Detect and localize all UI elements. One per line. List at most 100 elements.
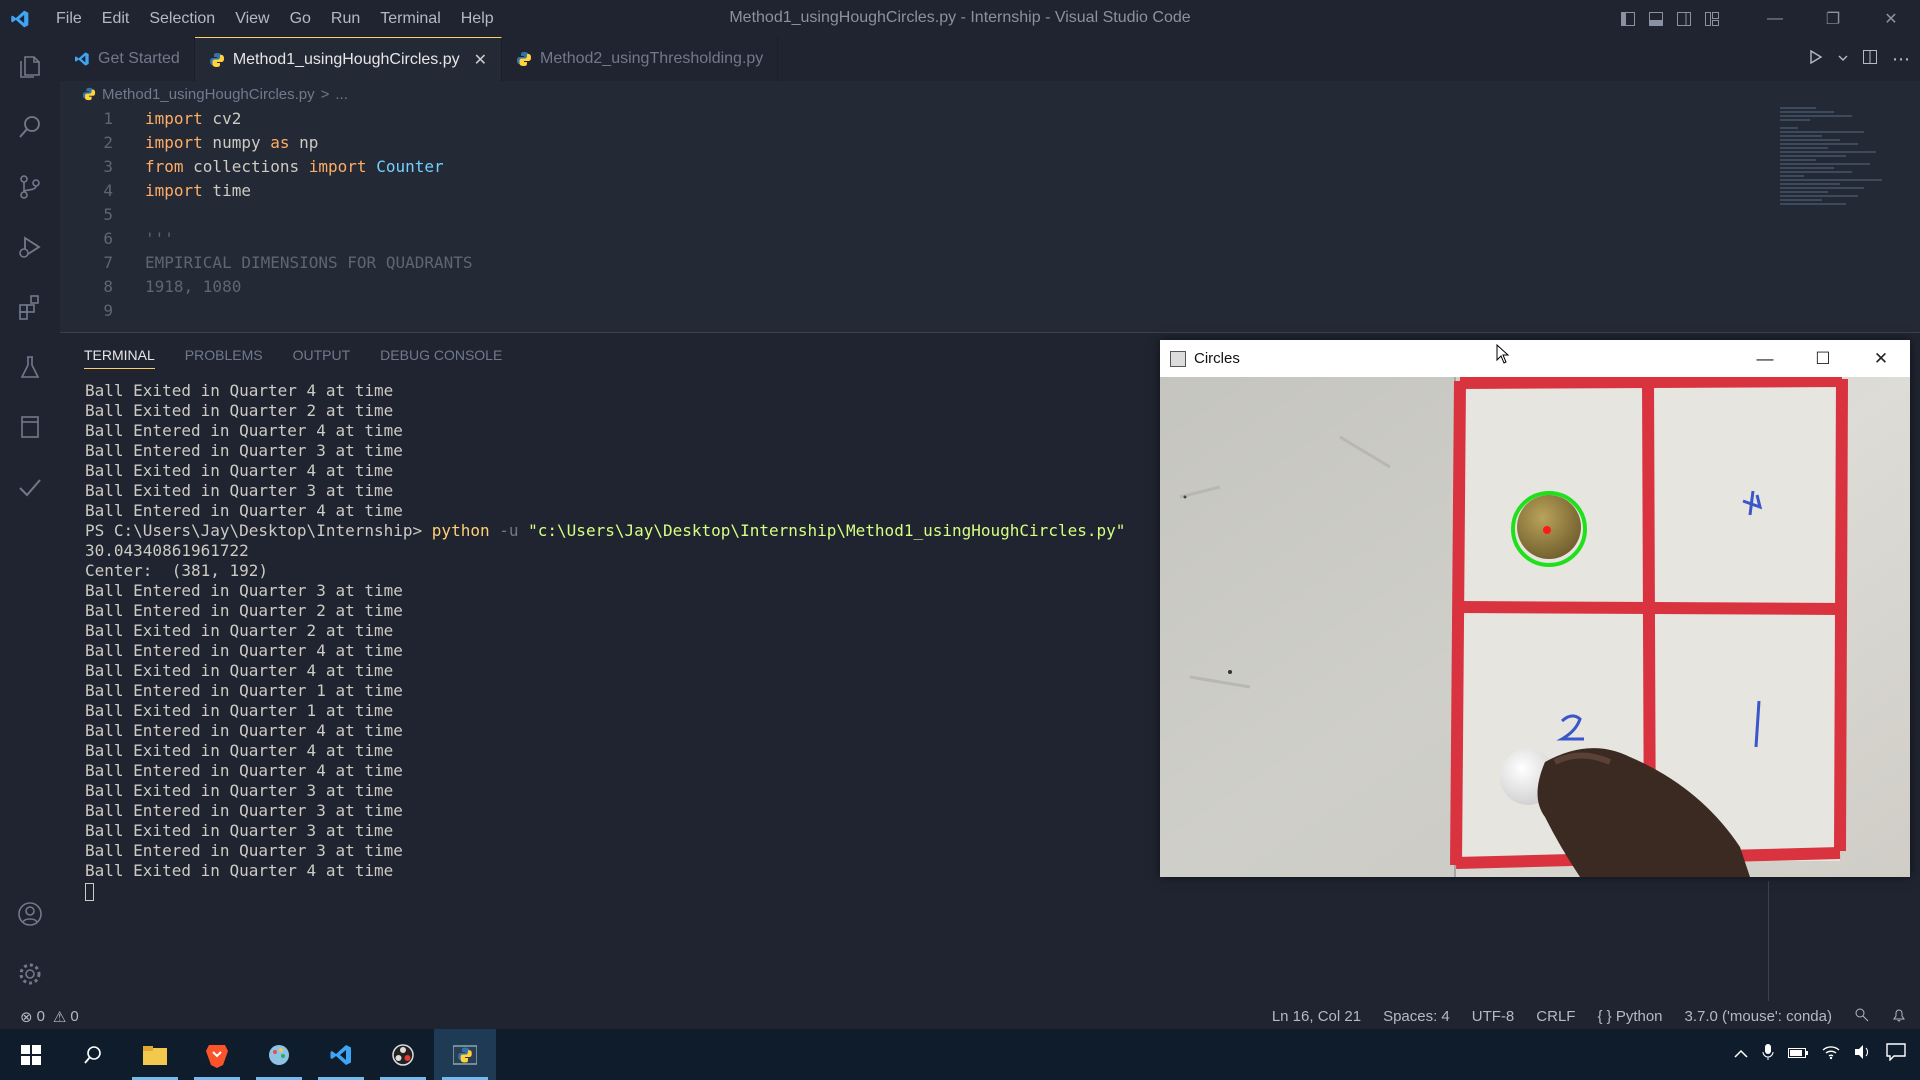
terminal-line: Ball Exited in Quarter 3 at time — [85, 821, 394, 840]
activity-bar — [0, 37, 60, 1004]
menu-view[interactable]: View — [225, 0, 279, 37]
encoding[interactable]: UTF-8 — [1472, 1008, 1515, 1025]
line-number: 2 — [103, 133, 113, 152]
python-taskbar-icon[interactable] — [434, 1029, 496, 1080]
search-icon[interactable] — [0, 97, 60, 157]
menu-run[interactable]: Run — [321, 0, 370, 37]
breadcrumb-separator: > — [320, 85, 330, 103]
menu-terminal[interactable]: Terminal — [370, 0, 450, 37]
docstring-text: 1918, 1080 — [145, 277, 242, 296]
split-editor-icon[interactable] — [1862, 49, 1878, 70]
tab-output[interactable]: OUTPUT — [293, 347, 351, 363]
circles-close-button[interactable]: ✕ — [1852, 349, 1910, 369]
terminal-line: Ball Exited in Quarter 3 at time — [85, 781, 394, 800]
keyword: import — [145, 109, 203, 128]
vscode-logo-icon — [0, 0, 40, 37]
code-line: 9 — [60, 299, 1920, 323]
cursor-position[interactable]: Ln 16, Col 21 — [1272, 1008, 1361, 1025]
terminal-line: Ball Entered in Quarter 3 at time — [85, 801, 403, 820]
windows-start-icon[interactable] — [0, 1029, 62, 1080]
wifi-icon[interactable] — [1822, 1044, 1840, 1065]
circles-minimize-button[interactable]: — — [1736, 349, 1794, 369]
chevron-up-icon[interactable] — [1734, 1046, 1748, 1064]
toggle-secondary-sidebar-icon[interactable] — [1670, 0, 1698, 37]
line-number: 8 — [103, 277, 113, 296]
feedback-icon[interactable] — [1854, 1007, 1870, 1027]
volume-icon[interactable] — [1854, 1044, 1872, 1065]
testing-icon[interactable] — [0, 337, 60, 397]
gear-icon[interactable] — [0, 944, 60, 1004]
terminal-cursor — [85, 881, 1125, 901]
terminal-command: python — [431, 521, 490, 540]
end-of-line[interactable]: CRLF — [1536, 1008, 1575, 1025]
remote-explorer-icon[interactable] — [0, 397, 60, 457]
checkmark-icon[interactable] — [0, 457, 60, 517]
explorer-icon[interactable] — [0, 37, 60, 97]
paint-icon[interactable] — [248, 1029, 310, 1080]
circles-title-bar[interactable]: Circles — ☐ ✕ — [1160, 340, 1910, 377]
terminal-output[interactable]: Ball Exited in Quarter 4 at time Ball Ex… — [85, 381, 1125, 901]
file-explorer-icon[interactable] — [124, 1029, 186, 1080]
tab-method2[interactable]: Method2_usingThresholding.py — [502, 37, 779, 81]
menu-file[interactable]: File — [46, 0, 92, 37]
menu-help[interactable]: Help — [451, 0, 504, 37]
status-bar: ⊗ 0 ⚠ 0 Ln 16, Col 21 Spaces: 4 UTF-8 CR… — [0, 1004, 1920, 1029]
vscode-taskbar-icon[interactable] — [310, 1029, 372, 1080]
error-count: 0 — [36, 1008, 45, 1025]
menu-edit[interactable]: Edit — [92, 0, 140, 37]
brave-browser-icon[interactable] — [186, 1029, 248, 1080]
terminal-command-line: PS C:\Users\Jay\Desktop\Internship> pyth… — [85, 521, 1125, 541]
code-editor[interactable]: 1 import cv2 2 import numpy as np 3 from co… — [60, 107, 1920, 332]
indentation[interactable]: Spaces: 4 — [1383, 1008, 1450, 1025]
window-app-icon — [1170, 350, 1186, 367]
chevron-down-icon[interactable] — [1838, 50, 1848, 68]
breadcrumb-file[interactable]: Method1_usingHoughCircles.py — [102, 86, 315, 103]
search-icon[interactable] — [62, 1029, 124, 1080]
tab-problems[interactable]: PROBLEMS — [185, 347, 263, 363]
battery-icon[interactable] — [1788, 1046, 1808, 1064]
terminal-line: Ball Entered in Quarter 1 at time — [85, 681, 403, 700]
run-python-file-icon[interactable] — [1808, 49, 1824, 70]
close-tab-icon[interactable]: ✕ — [474, 50, 487, 70]
extensions-icon[interactable] — [0, 277, 60, 337]
problems-indicator[interactable]: ⊗ 0 ⚠ 0 — [0, 1008, 79, 1026]
minimap[interactable] — [1780, 107, 1900, 332]
menu-selection[interactable]: Selection — [139, 0, 225, 37]
close-button[interactable]: ✕ — [1862, 0, 1920, 37]
customize-layout-icon[interactable] — [1698, 0, 1726, 37]
code-text: numpy — [202, 133, 271, 152]
minimize-button[interactable]: — — [1746, 0, 1804, 37]
tab-debug-console[interactable]: DEBUG CONSOLE — [380, 347, 502, 363]
source-control-icon[interactable] — [0, 157, 60, 217]
circles-window[interactable]: Circles — ☐ ✕ — [1160, 340, 1910, 877]
terminal-line: Ball Entered in Quarter 2 at time — [85, 601, 403, 620]
tab-terminal[interactable]: TERMINAL — [84, 341, 155, 369]
terminal-line: Ball Exited in Quarter 1 at time — [85, 701, 394, 720]
bell-icon[interactable] — [1892, 1007, 1906, 1027]
menu-go[interactable]: Go — [280, 0, 321, 37]
python-interpreter[interactable]: 3.7.0 ('mouse': conda) — [1685, 1008, 1832, 1025]
more-actions-icon[interactable]: ⋯ — [1892, 49, 1910, 70]
circle-center — [1543, 526, 1551, 534]
notification-center-icon[interactable] — [1886, 1043, 1906, 1066]
microphone-icon[interactable] — [1762, 1043, 1774, 1066]
tab-get-started[interactable]: Get Started — [60, 37, 195, 81]
tab-method1[interactable]: Method1_usingHoughCircles.py ✕ — [194, 37, 503, 81]
terminal-prompt: PS C:\Users\Jay\Desktop\Internship> — [85, 521, 423, 540]
account-icon[interactable] — [0, 884, 60, 944]
circles-maximize-button[interactable]: ☐ — [1794, 349, 1852, 369]
terminal-line: Ball Exited in Quarter 4 at time — [85, 661, 394, 680]
tab-label: Get Started — [98, 50, 180, 67]
camera-frame — [1160, 377, 1910, 877]
toggle-panel-icon[interactable] — [1642, 0, 1670, 37]
python-icon — [516, 51, 532, 67]
language-mode[interactable]: { } Python — [1597, 1008, 1662, 1025]
terminal-line: Center: (381, 192) — [85, 561, 269, 580]
restore-button[interactable]: ❐ — [1804, 0, 1862, 37]
breadcrumb-symbol[interactable]: ... — [335, 86, 348, 103]
docstring-text: ''' — [145, 229, 174, 248]
run-debug-icon[interactable] — [0, 217, 60, 277]
panel-divider[interactable] — [1768, 881, 1769, 1001]
toggle-primary-sidebar-icon[interactable] — [1614, 0, 1642, 37]
obs-icon[interactable] — [372, 1029, 434, 1080]
